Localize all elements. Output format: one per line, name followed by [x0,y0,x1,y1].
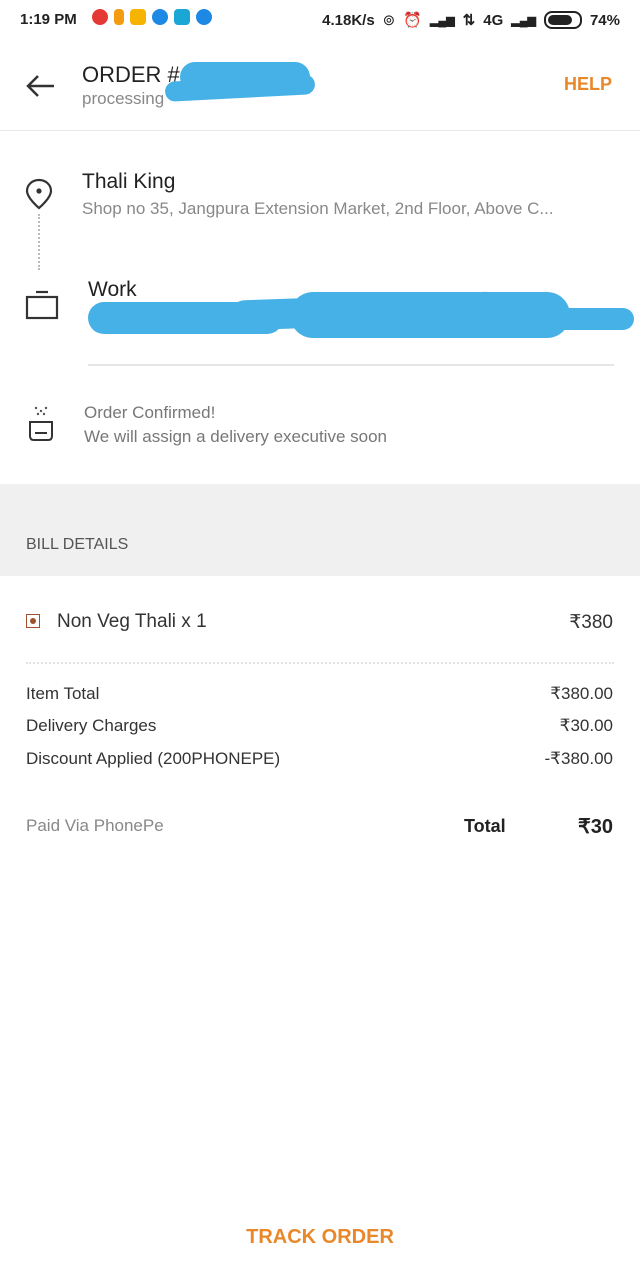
battery-level: 74% [589,11,620,29]
divider [88,364,614,366]
alarm-icon: ⏰ [403,12,422,29]
order-subtitle: processing [82,89,165,108]
network-speed: 4.18K/s [322,11,375,29]
order-status-title: Order Confirmed! [84,403,216,422]
notification-app-icon [114,9,124,25]
notification-app-icon [174,9,190,25]
order-status-message: We will assign a delivery executive soon [84,427,387,446]
data-arrows-icon: ⇅ [462,12,476,29]
total-label: Total [464,816,506,836]
order-title: ORDER # [82,62,180,87]
redaction-mark [480,308,634,330]
hotspot-icon: ⊚ [382,12,396,29]
delivery-address-label: Work [88,278,137,301]
status-time: 1:19 PM [20,11,77,28]
messenger-icon [196,9,212,25]
restaurant-name: Thali King [82,170,176,193]
briefcase-icon [25,290,59,320]
order-header: ORDER # processing HELP [0,48,640,131]
location-pin-icon [25,178,53,210]
help-button[interactable]: HELP [564,74,612,95]
track-order-button[interactable]: TRACK ORDER [0,1226,640,1249]
bill-item-price: ₹380 [569,612,613,633]
restaurant-address: Shop no 35, Jangpura Extension Market, 2… [82,199,554,218]
divider [26,662,614,664]
cooking-pot-icon [29,406,53,441]
status-right: 4.18K/s ⊚ ⏰ ▂▄▆ ⇅ 4G ▂▄▆ 74% [322,11,620,29]
bill-item-name: Non Veg Thali x 1 [57,611,207,632]
bill-section-header [0,484,640,576]
non-veg-icon [26,614,40,628]
delivery-charges-value: ₹30.00 [559,716,613,735]
notification-app-icon [92,9,108,25]
status-bar: 1:19 PM 4.18K/s ⊚ ⏰ ▂▄▆ ⇅ 4G ▂▄▆ 74% [0,0,640,40]
total-value: ₹30 [578,816,613,838]
network-type: 4G [483,11,504,29]
signal-icon: ▂▄▆ [511,14,536,27]
messenger-icon [152,9,168,25]
delivery-charges-label: Delivery Charges [26,716,157,735]
payment-method: Paid Via PhonePe [26,816,164,835]
item-total-value: ₹380.00 [550,684,613,703]
signal-icon: ▂▄▆ [429,14,455,27]
battery-icon [543,11,582,29]
notification-app-icon [130,9,146,25]
discount-value: -₹380.00 [544,749,613,768]
notification-icons [92,9,212,25]
route-connector [38,214,40,270]
discount-label: Discount Applied (200PHONEPE) [26,749,281,768]
back-arrow-icon[interactable] [22,68,58,104]
item-total-label: Item Total [26,684,100,703]
bill-title: BILL DETAILS [26,536,129,553]
